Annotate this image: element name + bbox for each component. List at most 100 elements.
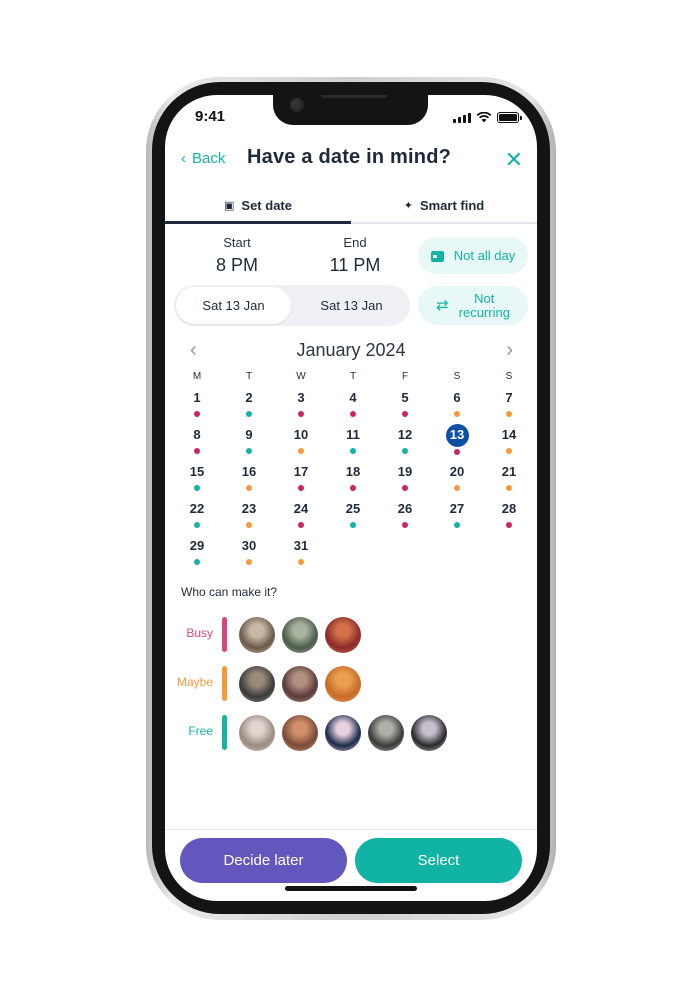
availability-dot-maybe xyxy=(454,411,460,417)
start-time[interactable]: Start 8 PM xyxy=(177,235,297,276)
page-title: Have a date in mind? xyxy=(247,146,452,168)
calendar-day[interactable]: 11 xyxy=(327,422,379,459)
calendar-day[interactable]: 1 xyxy=(171,385,223,422)
calendar-day[interactable]: 22 xyxy=(171,496,223,533)
availability-dot-maybe xyxy=(506,485,512,491)
day-number: 26 xyxy=(397,501,413,516)
avatar-group xyxy=(239,715,447,751)
availability-dot-busy xyxy=(298,411,304,417)
calendar-day[interactable]: 21 xyxy=(483,459,535,496)
calendar-day[interactable]: 27 xyxy=(431,496,483,533)
availability-dot-maybe xyxy=(246,485,252,491)
end-label: End xyxy=(343,235,367,250)
calendar-day[interactable]: 18 xyxy=(327,459,379,496)
end-time[interactable]: End 11 PM xyxy=(295,235,415,276)
avatar[interactable] xyxy=(325,617,361,653)
availability-dot-free xyxy=(350,522,356,528)
calendar-day[interactable]: 20 xyxy=(431,459,483,496)
calendar-day[interactable]: 14 xyxy=(483,422,535,459)
tab-smart-find[interactable]: ✦ Smart find xyxy=(351,189,537,222)
day-number: 15 xyxy=(189,464,205,479)
availability-dot-busy xyxy=(402,485,408,491)
avatar[interactable] xyxy=(368,715,404,751)
calendar-day[interactable]: 6 xyxy=(431,385,483,422)
availability-dot-busy xyxy=(454,449,460,455)
back-label: Back xyxy=(192,150,226,167)
weekday-label: W xyxy=(296,371,306,382)
recurring-toggle[interactable]: ⇄ Not recurring xyxy=(418,286,528,325)
avatar[interactable] xyxy=(325,666,361,702)
avatar-group xyxy=(239,617,361,653)
tab-set-date[interactable]: ▣ Set date xyxy=(165,189,351,224)
calendar-day[interactable]: 24 xyxy=(275,496,327,533)
day-number: 25 xyxy=(345,501,361,516)
calendar-day[interactable]: 8 xyxy=(171,422,223,459)
availability-dot-maybe xyxy=(454,485,460,491)
calendar-day[interactable]: 9 xyxy=(223,422,275,459)
weekday-label: M xyxy=(192,371,202,382)
back-button[interactable]: ‹ Back xyxy=(181,150,225,167)
start-date-button[interactable]: Sat 13 Jan xyxy=(176,287,291,324)
avatar[interactable] xyxy=(282,617,318,653)
calendar-day[interactable]: 13 xyxy=(431,422,483,459)
availability-dot-free xyxy=(454,522,460,528)
avatar[interactable] xyxy=(411,715,447,751)
calendar-day[interactable]: 3 xyxy=(275,385,327,422)
day-number: 28 xyxy=(501,501,517,516)
all-day-toggle[interactable]: Not all day xyxy=(418,237,528,274)
day-number: 21 xyxy=(501,464,517,479)
avatar[interactable] xyxy=(325,715,361,751)
day-number: 11 xyxy=(346,427,360,442)
calendar-day[interactable]: 31 xyxy=(275,533,327,570)
avatar[interactable] xyxy=(282,715,318,751)
calendar-day[interactable]: 26 xyxy=(379,496,431,533)
calendar-day[interactable]: 4 xyxy=(327,385,379,422)
calendar-day[interactable]: 29 xyxy=(171,533,223,570)
day-number: 9 xyxy=(245,427,253,442)
end-date-button[interactable]: Sat 13 Jan xyxy=(294,287,409,324)
date-toggle: Sat 13 Jan Sat 13 Jan xyxy=(174,285,410,326)
tab-bar: ▣ Set date ✦ Smart find xyxy=(165,189,537,224)
day-number: 17 xyxy=(293,464,309,479)
calendar-day[interactable]: 23 xyxy=(223,496,275,533)
avatar[interactable] xyxy=(239,715,275,751)
camera xyxy=(290,98,304,112)
day-number: 19 xyxy=(397,464,413,479)
end-value: 11 PM xyxy=(329,255,381,275)
chevron-right-icon[interactable]: › xyxy=(506,339,513,362)
day-number: 29 xyxy=(189,538,205,553)
calendar-day[interactable]: 7 xyxy=(483,385,535,422)
availability-dot-busy xyxy=(350,485,356,491)
calendar-day[interactable]: 25 xyxy=(327,496,379,533)
calendar-day[interactable]: 10 xyxy=(275,422,327,459)
calendar-day[interactable]: 12 xyxy=(379,422,431,459)
close-icon[interactable]: ✕ xyxy=(505,149,523,171)
footer-divider xyxy=(165,829,537,830)
day-number: 31 xyxy=(293,538,309,553)
avatar[interactable] xyxy=(239,666,275,702)
calendar-day[interactable]: 17 xyxy=(275,459,327,496)
weekday-label: F xyxy=(401,371,409,382)
weekday-label: S xyxy=(505,371,513,382)
decide-later-button[interactable]: Decide later xyxy=(180,838,347,883)
avatar[interactable] xyxy=(239,617,275,653)
select-button[interactable]: Select xyxy=(355,838,522,883)
recurring-label-line2: recurring xyxy=(458,304,510,320)
status-bar-indicator xyxy=(222,715,227,750)
calendar-day[interactable]: 30 xyxy=(223,533,275,570)
calendar-day[interactable]: 19 xyxy=(379,459,431,496)
calendar-day[interactable]: 5 xyxy=(379,385,431,422)
availability-dot-busy xyxy=(350,411,356,417)
avatar[interactable] xyxy=(282,666,318,702)
calendar-day[interactable]: 2 xyxy=(223,385,275,422)
attendance-label: Maybe xyxy=(176,675,213,689)
start-value: 8 PM xyxy=(215,255,258,275)
calendar-day[interactable]: 28 xyxy=(483,496,535,533)
day-number: 7 xyxy=(505,390,513,405)
day-number: 6 xyxy=(453,390,461,405)
chevron-left-icon: ‹ xyxy=(181,150,186,167)
availability-dot-free xyxy=(350,448,356,454)
calendar-day[interactable]: 15 xyxy=(171,459,223,496)
calendar-day[interactable]: 16 xyxy=(223,459,275,496)
attendance-label: Free xyxy=(188,724,213,738)
